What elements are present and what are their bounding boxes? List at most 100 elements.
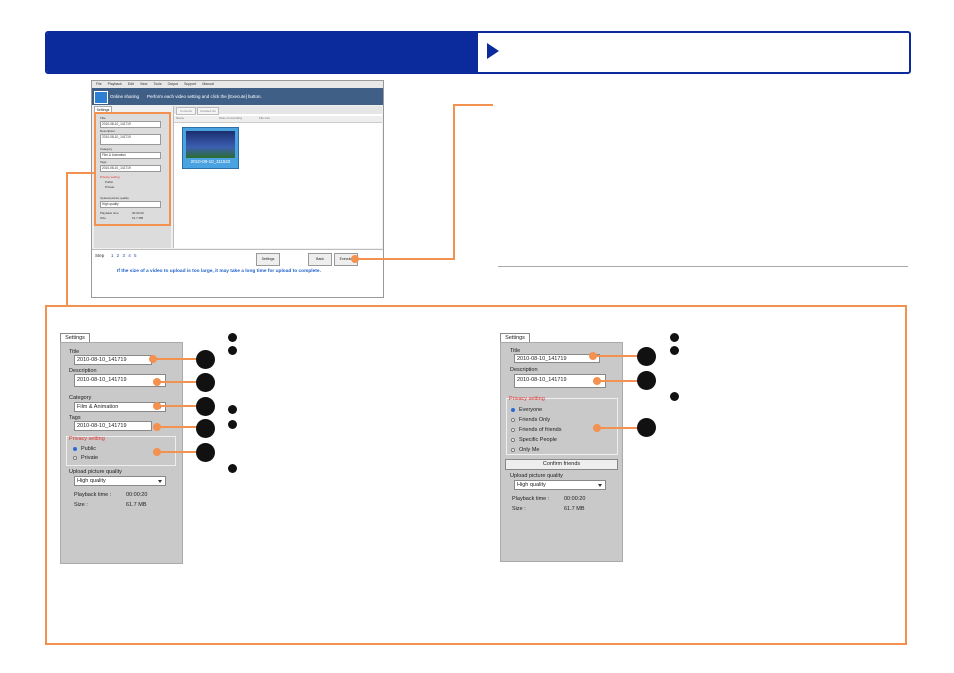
category-value: Film & Animation (77, 404, 119, 410)
callout-dot-icon (153, 448, 161, 456)
callout-line-description (156, 381, 198, 383)
connector-execute-top (453, 104, 493, 106)
header-bar (45, 31, 911, 74)
only-me-label: Only Me (519, 447, 540, 453)
connector-execute-h (355, 258, 455, 260)
settings-button[interactable]: Settings (256, 253, 280, 266)
menu-view[interactable]: View (140, 81, 148, 88)
bullet-circle-icon (228, 346, 237, 355)
col-date[interactable]: Date of recording (219, 116, 242, 120)
description-label: Description (510, 367, 538, 373)
bullet-circle-icon (228, 405, 237, 414)
callout-circle-icon (637, 371, 656, 390)
title-input[interactable]: 2010-08-10_141719 (74, 355, 152, 365)
thumbnail-image (186, 131, 235, 158)
playback-label: Playback time : (74, 492, 112, 498)
callout-dot-icon (153, 423, 161, 431)
callout-circle-icon (196, 350, 215, 369)
bullet-circle-icon (228, 333, 237, 342)
callout-circle-icon (196, 419, 215, 438)
tags-input[interactable]: 2010-08-10_141719 (74, 421, 152, 431)
header-title-block (47, 33, 478, 72)
callout-circle-icon (196, 443, 215, 462)
col-size[interactable]: File size (259, 116, 270, 120)
chevron-down-icon (598, 484, 602, 487)
privacy-label: Privacy setting (69, 436, 105, 442)
confirm-friends-button[interactable]: Confirm friends (505, 459, 618, 470)
app-screenshot: File Playback Edit View Tools Output Sup… (91, 80, 384, 298)
menu-playback[interactable]: Playback (108, 81, 122, 88)
callout-circle-icon (196, 373, 215, 392)
quality-label: Upload picture quality (69, 469, 122, 475)
bullet-circle-icon (228, 464, 237, 473)
chevron-down-icon (158, 480, 162, 483)
callout-line-tags (156, 426, 198, 428)
step-label: Step (95, 253, 105, 258)
bullet-circle-icon (670, 392, 679, 401)
category-label: Category (69, 395, 92, 401)
tab-contents[interactable]: Contents (176, 107, 196, 115)
menu-edit[interactable]: Edit (128, 81, 134, 88)
callout-dot-icon (593, 377, 601, 385)
menu-tools[interactable]: Tools (153, 81, 161, 88)
everyone-radio[interactable] (511, 408, 515, 412)
privacy-label: Privacy setting (509, 396, 545, 402)
callout-line-title (593, 355, 639, 357)
menu-support[interactable]: Support (184, 81, 196, 88)
playback-label: Playback time : (512, 496, 550, 502)
column-headers: Name Date of recording File size (174, 116, 382, 123)
private-radio[interactable] (73, 456, 77, 460)
friends-of-friends-radio[interactable] (511, 428, 515, 432)
upload-warning: If the size of a video to upload is too … (117, 269, 321, 274)
menu-file[interactable]: File (96, 81, 102, 88)
settings-highlight (94, 112, 171, 226)
bullet-circle-icon (670, 346, 679, 355)
connector-execute-v (453, 104, 455, 260)
size-label: Size : (74, 502, 88, 508)
callout-dot-icon (153, 378, 161, 386)
settings-panel-left: Title 2010-08-10_141719 Description 2010… (60, 342, 183, 564)
menu-manual[interactable]: Manual (202, 81, 213, 88)
quality-value: High quality (77, 478, 106, 484)
divider-line (498, 266, 908, 267)
only-me-radio[interactable] (511, 448, 515, 452)
menu-output[interactable]: Output (168, 81, 179, 88)
playback-value: 00:00:20 (126, 492, 148, 498)
specific-people-radio[interactable] (511, 438, 515, 442)
callout-circle-icon (637, 418, 656, 437)
size-value: 61.7 MB (126, 502, 147, 508)
callout-dot-icon (593, 424, 601, 432)
playback-value: 00:00:20 (564, 496, 586, 502)
bullet-circle-icon (228, 420, 237, 429)
bullet-circle-icon (670, 333, 679, 342)
callout-line-privacy (597, 427, 639, 429)
callout-dot-icon (149, 355, 157, 363)
friends-only-radio[interactable] (511, 418, 515, 422)
public-label: Public (81, 446, 96, 452)
app-contents-area: Contents Detailed list Name Date of reco… (173, 106, 382, 248)
app-footer: Step 1 2 3 4 5 Settings Back Execute If … (92, 249, 383, 297)
app-instruction: Perform each video setting and click the… (147, 94, 262, 99)
callout-line-description (597, 380, 639, 382)
back-button[interactable]: Back (308, 253, 332, 266)
title-input[interactable]: 2010-08-10_141719 (514, 354, 600, 363)
public-radio[interactable] (73, 447, 77, 451)
callout-circle-icon (196, 397, 215, 416)
execute-dot-icon (351, 255, 359, 263)
settings-panel-right: Title 2010-08-10_141719 Description 2010… (500, 342, 623, 562)
connector-settings-h (66, 172, 94, 174)
video-thumbnail[interactable]: 2010-08-10_111522 (182, 127, 239, 169)
quality-value: High quality (517, 482, 546, 488)
quality-select[interactable]: High quality (514, 480, 606, 490)
quality-select[interactable]: High quality (74, 476, 166, 486)
friends-of-friends-label: Friends of friends (519, 427, 562, 433)
callout-line-title (152, 358, 198, 360)
everyone-label: Everyone (519, 407, 543, 413)
callout-dot-icon (589, 352, 597, 360)
app-title-bar: Online sharing Perform each video settin… (92, 88, 383, 105)
tab-detailed-list[interactable]: Detailed list (197, 107, 219, 115)
online-sharing-icon (94, 91, 108, 104)
size-label: Size : (512, 506, 526, 512)
quality-label: Upload picture quality (510, 473, 563, 479)
col-name[interactable]: Name (176, 116, 184, 120)
